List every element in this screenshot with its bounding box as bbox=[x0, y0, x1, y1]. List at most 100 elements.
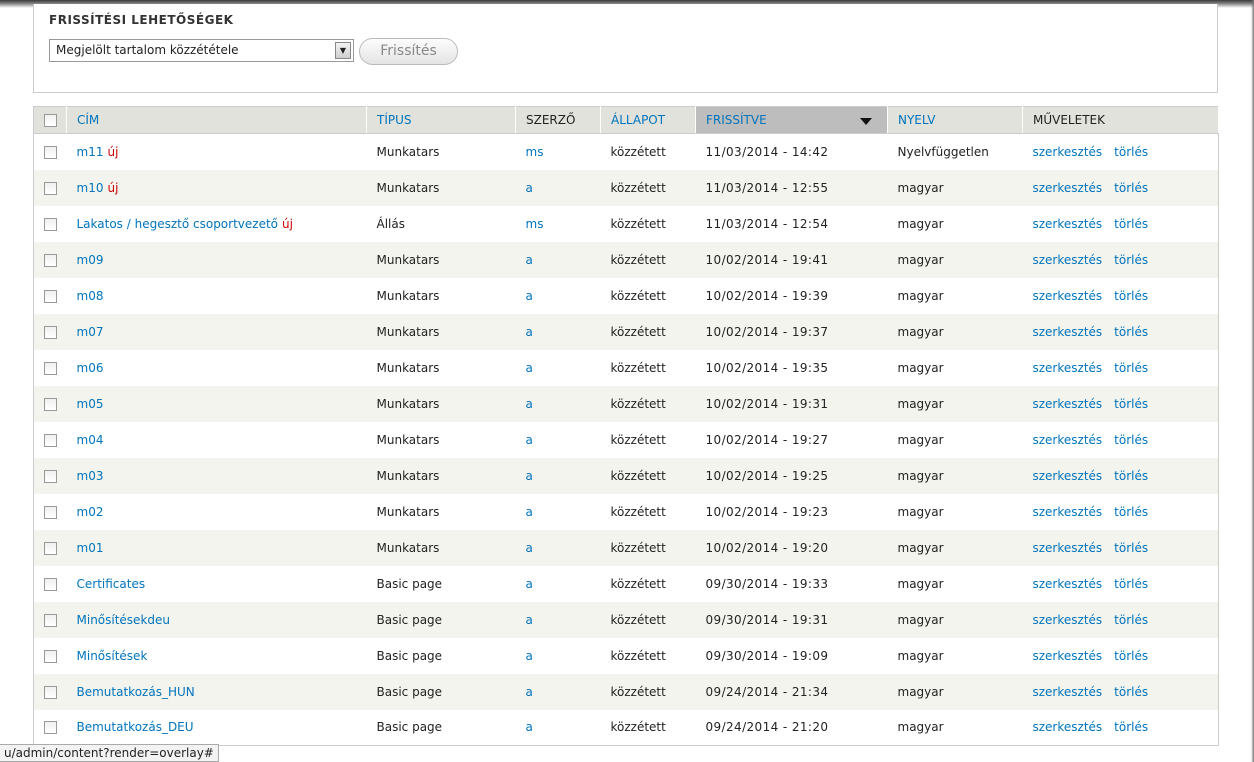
author-link[interactable]: ms bbox=[526, 217, 544, 231]
sort-updated-link[interactable]: FRISSÍTVE bbox=[706, 113, 767, 127]
title-link[interactable]: m03 bbox=[77, 469, 104, 483]
title-link[interactable]: m09 bbox=[77, 253, 104, 267]
author-link[interactable]: a bbox=[526, 289, 533, 303]
author-link[interactable]: a bbox=[526, 720, 533, 734]
delete-link[interactable]: törlés bbox=[1114, 685, 1148, 699]
edit-link[interactable]: szerkesztés bbox=[1033, 217, 1103, 231]
row-checkbox[interactable] bbox=[43, 541, 57, 555]
delete-link[interactable]: törlés bbox=[1114, 720, 1148, 734]
row-checkbox[interactable] bbox=[43, 289, 57, 303]
author-link[interactable]: a bbox=[526, 361, 533, 375]
row-checkbox[interactable] bbox=[43, 397, 57, 411]
delete-link[interactable]: törlés bbox=[1114, 469, 1148, 483]
delete-link[interactable]: törlés bbox=[1114, 181, 1148, 195]
update-action-select[interactable]: Megjelölt tartalom közzététele ▼ bbox=[49, 39, 354, 62]
edit-link[interactable]: szerkesztés bbox=[1033, 685, 1103, 699]
row-checkbox[interactable] bbox=[43, 505, 57, 519]
edit-link[interactable]: szerkesztés bbox=[1033, 505, 1103, 519]
column-header-language[interactable]: NYELV bbox=[887, 106, 1023, 134]
row-checkbox[interactable] bbox=[43, 577, 57, 591]
delete-link[interactable]: törlés bbox=[1114, 505, 1148, 519]
author-link[interactable]: a bbox=[526, 577, 533, 591]
author-link[interactable]: a bbox=[526, 325, 533, 339]
edit-link[interactable]: szerkesztés bbox=[1033, 325, 1103, 339]
edit-link[interactable]: szerkesztés bbox=[1033, 649, 1103, 663]
edit-link[interactable]: szerkesztés bbox=[1033, 181, 1103, 195]
author-link[interactable]: a bbox=[526, 649, 533, 663]
author-link[interactable]: a bbox=[526, 541, 533, 555]
row-checkbox[interactable] bbox=[43, 613, 57, 627]
edit-link[interactable]: szerkesztés bbox=[1033, 253, 1103, 267]
delete-link[interactable]: törlés bbox=[1114, 541, 1148, 555]
row-checkbox[interactable] bbox=[43, 145, 57, 159]
delete-link[interactable]: törlés bbox=[1114, 433, 1148, 447]
author-link[interactable]: a bbox=[526, 397, 533, 411]
row-checkbox[interactable] bbox=[43, 433, 57, 447]
delete-link[interactable]: törlés bbox=[1114, 325, 1148, 339]
delete-link[interactable]: törlés bbox=[1114, 361, 1148, 375]
browser-status-bar: u/admin/content?render=overlay# bbox=[0, 744, 219, 762]
title-link[interactable]: m11 bbox=[77, 145, 104, 159]
title-link[interactable]: Certificates bbox=[77, 577, 146, 591]
author-link[interactable]: a bbox=[526, 685, 533, 699]
author-link[interactable]: a bbox=[526, 613, 533, 627]
select-all-checkbox[interactable] bbox=[43, 114, 57, 127]
delete-link[interactable]: törlés bbox=[1114, 397, 1148, 411]
title-link[interactable]: Bemutatkozás_HUN bbox=[77, 685, 195, 699]
column-header-type[interactable]: TÍPUS bbox=[366, 106, 516, 134]
delete-link[interactable]: törlés bbox=[1114, 289, 1148, 303]
row-checkbox[interactable] bbox=[43, 721, 57, 735]
author-link[interactable]: a bbox=[526, 253, 533, 267]
column-header-updated[interactable]: FRISSÍTVE bbox=[695, 106, 888, 134]
edit-link[interactable]: szerkesztés bbox=[1033, 613, 1103, 627]
edit-link[interactable]: szerkesztés bbox=[1033, 289, 1103, 303]
row-checkbox[interactable] bbox=[43, 253, 57, 267]
row-checkbox[interactable] bbox=[43, 217, 57, 231]
edit-link[interactable]: szerkesztés bbox=[1033, 541, 1103, 555]
update-button[interactable]: Frissítés bbox=[359, 38, 458, 65]
column-header-title[interactable]: CÍM bbox=[66, 106, 367, 134]
delete-link[interactable]: törlés bbox=[1114, 253, 1148, 267]
author-link[interactable]: a bbox=[526, 505, 533, 519]
row-checkbox[interactable] bbox=[43, 649, 57, 663]
sort-title-link[interactable]: CÍM bbox=[77, 113, 99, 127]
title-link[interactable]: Minősítések bbox=[77, 649, 148, 663]
title-link[interactable]: m07 bbox=[77, 325, 104, 339]
delete-link[interactable]: törlés bbox=[1114, 613, 1148, 627]
delete-link[interactable]: törlés bbox=[1114, 217, 1148, 231]
sort-status-link[interactable]: ÁLLAPOT bbox=[611, 113, 665, 127]
row-checkbox[interactable] bbox=[43, 685, 57, 699]
edit-link[interactable]: szerkesztés bbox=[1033, 397, 1103, 411]
edit-link[interactable]: szerkesztés bbox=[1033, 361, 1103, 375]
title-link[interactable]: m02 bbox=[77, 505, 104, 519]
row-checkbox[interactable] bbox=[43, 361, 57, 375]
title-link[interactable]: m01 bbox=[77, 541, 104, 555]
title-link[interactable]: m06 bbox=[77, 361, 104, 375]
title-link[interactable]: m04 bbox=[77, 433, 104, 447]
row-checkbox[interactable] bbox=[43, 325, 57, 339]
edit-link[interactable]: szerkesztés bbox=[1033, 433, 1103, 447]
delete-link[interactable]: törlés bbox=[1114, 577, 1148, 591]
author-link[interactable]: a bbox=[526, 433, 533, 447]
title-link[interactable]: m10 bbox=[77, 181, 104, 195]
author-link[interactable]: ms bbox=[526, 145, 544, 159]
chevron-down-icon[interactable]: ▼ bbox=[335, 42, 351, 59]
title-link[interactable]: Lakatos / hegesztő csoportvezető bbox=[77, 217, 279, 231]
title-link[interactable]: Bemutatkozás_DEU bbox=[77, 720, 194, 734]
delete-link[interactable]: törlés bbox=[1114, 145, 1148, 159]
sort-language-link[interactable]: NYELV bbox=[898, 113, 935, 127]
edit-link[interactable]: szerkesztés bbox=[1033, 145, 1103, 159]
edit-link[interactable]: szerkesztés bbox=[1033, 720, 1103, 734]
author-link[interactable]: a bbox=[526, 181, 533, 195]
author-link[interactable]: a bbox=[526, 469, 533, 483]
row-checkbox[interactable] bbox=[43, 181, 57, 195]
row-checkbox[interactable] bbox=[43, 469, 57, 483]
title-link[interactable]: m08 bbox=[77, 289, 104, 303]
title-link[interactable]: m05 bbox=[77, 397, 104, 411]
delete-link[interactable]: törlés bbox=[1114, 649, 1148, 663]
sort-type-link[interactable]: TÍPUS bbox=[377, 113, 412, 127]
edit-link[interactable]: szerkesztés bbox=[1033, 577, 1103, 591]
title-link[interactable]: Minősítésekdeu bbox=[77, 613, 171, 627]
edit-link[interactable]: szerkesztés bbox=[1033, 469, 1103, 483]
column-header-status[interactable]: ÁLLAPOT bbox=[600, 106, 696, 134]
